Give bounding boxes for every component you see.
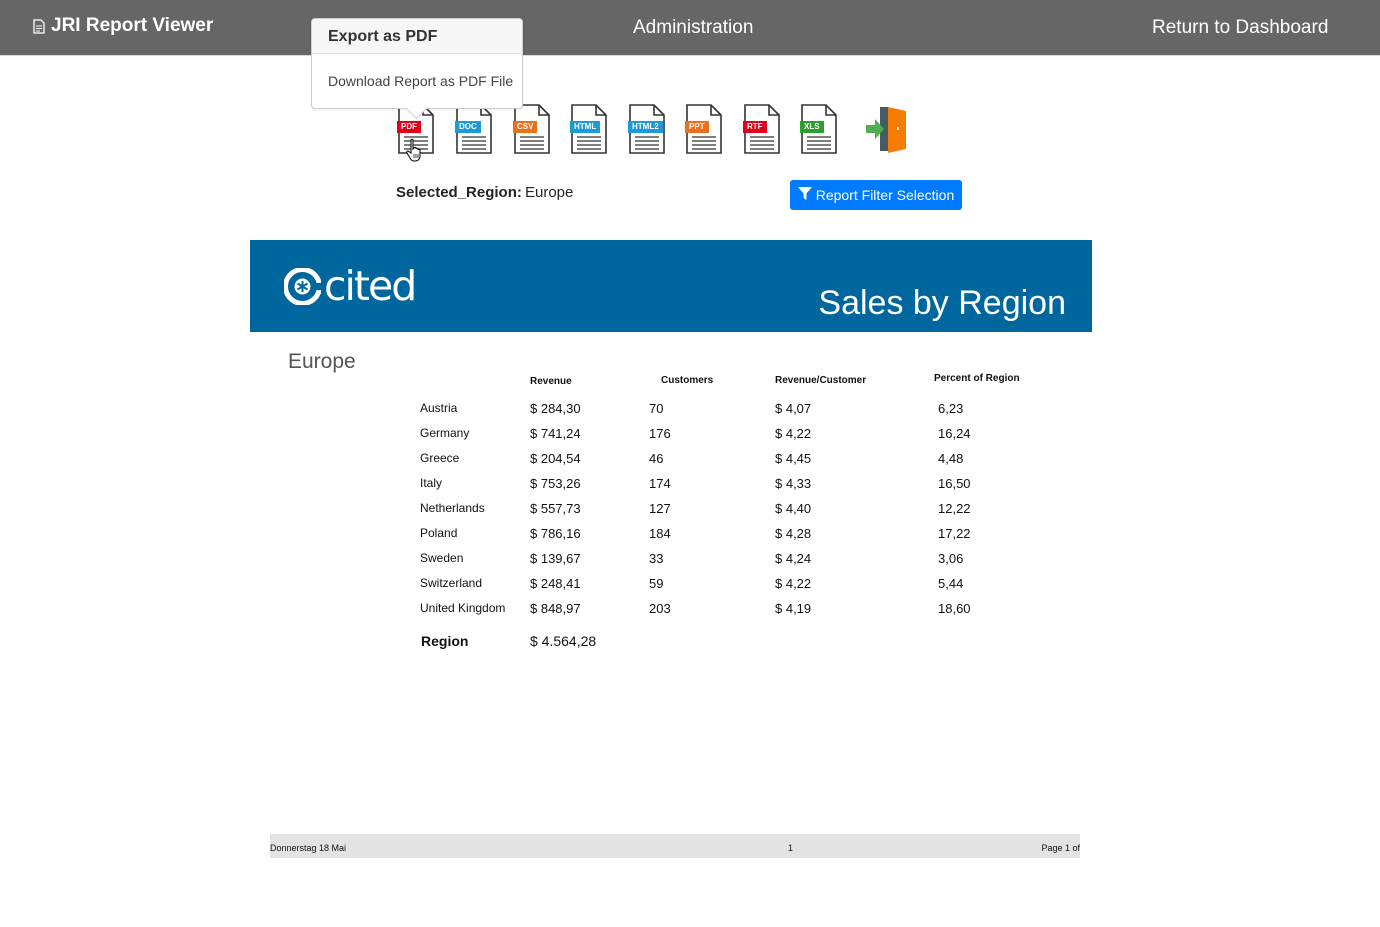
brand-link[interactable]: JRI Report Viewer: [33, 15, 213, 37]
popover-body: Download Report as PDF File: [328, 73, 514, 89]
cell-revenue-per-customer: $ 4,28: [775, 526, 812, 541]
cell-revenue-per-customer: $ 4,33: [775, 476, 812, 491]
cell-revenue: $ 753,26: [530, 476, 581, 491]
cell-percent: 17,22: [938, 526, 971, 541]
xls-file-icon: XLS: [800, 121, 824, 133]
export-csv-button[interactable]: CSV: [512, 104, 552, 154]
cell-percent: 4,48: [938, 451, 964, 466]
export-html2-button[interactable]: HTML2: [627, 104, 667, 154]
region-heading: Europe: [288, 350, 356, 373]
cell-percent: 18,60: [938, 601, 971, 616]
cell-revenue: $ 284,30: [530, 401, 581, 416]
cell-country: United Kingdom: [420, 601, 506, 615]
ppt-file-icon: PPT: [685, 121, 709, 133]
cell-country: Italy: [420, 476, 443, 490]
logo-text: cited: [324, 262, 417, 310]
column-header-percent-of-region: Percent of Region: [934, 373, 1020, 384]
brand-title: JRI Report Viewer: [51, 15, 214, 36]
cell-percent: 16,24: [938, 426, 971, 441]
cell-customers: 127: [649, 501, 671, 516]
cell-customers: 174: [649, 476, 671, 491]
footer-page-number: 1: [788, 843, 794, 853]
doc-file-icon: DOC: [455, 121, 481, 133]
export-xls-button[interactable]: XLS: [799, 104, 839, 154]
cell-revenue: $ 557,73: [530, 501, 581, 516]
cell-revenue: $ 741,24: [530, 426, 581, 441]
cell-country: Austria: [420, 401, 458, 415]
region-total-value: $ 4.564,28: [530, 633, 597, 649]
export-html-button[interactable]: HTML: [569, 104, 609, 154]
cell-revenue: $ 248,41: [530, 576, 581, 591]
column-header-revenue: Revenue: [530, 376, 572, 387]
document-icon: [33, 18, 45, 34]
report-footer: Donnerstag 18 Mai 1 Page 1 of: [270, 834, 1080, 858]
cell-revenue-per-customer: $ 4,45: [775, 451, 812, 466]
cell-percent: 5,44: [938, 576, 964, 591]
cell-percent: 16,50: [938, 476, 971, 491]
cell-country: Germany: [420, 426, 470, 440]
selected-region-value: Europe: [525, 184, 574, 201]
nav-return-to-dashboard[interactable]: Return to Dashboard: [1152, 17, 1328, 39]
cited-logo-icon: [284, 267, 321, 305]
cell-revenue: $ 139,67: [530, 551, 581, 566]
region-total-label: Region: [421, 633, 469, 649]
cell-customers: 33: [649, 551, 664, 566]
nav-administration[interactable]: Administration: [633, 17, 753, 39]
export-rtf-button[interactable]: RTF: [742, 104, 782, 154]
cell-percent: 3,06: [938, 551, 964, 566]
html-file-icon: HTML: [570, 121, 601, 133]
cell-customers: 70: [649, 401, 664, 416]
cell-revenue-per-customer: $ 4,22: [775, 426, 812, 441]
hand-pointer-cursor-icon: [406, 138, 424, 167]
report-title: Sales by Region: [818, 284, 1066, 322]
csv-file-icon: CSV: [513, 121, 538, 133]
cell-revenue: $ 848,97: [530, 601, 581, 616]
cell-revenue-per-customer: $ 4,07: [775, 401, 812, 416]
filter-icon: [797, 187, 812, 203]
export-pdf-popover: Export as PDF Download Report as PDF Fil…: [311, 18, 523, 120]
footer-date: Donnerstag 18 Mai: [270, 843, 347, 853]
report-header-banner: cited Sales by Region: [250, 240, 1092, 332]
exit-door-icon[interactable]: [866, 105, 906, 153]
column-header-customers: Customers: [661, 375, 714, 386]
report-filter-selection-button[interactable]: Report Filter Selection: [790, 180, 962, 210]
html2-file-icon: HTML2: [628, 121, 663, 133]
footer-page-of: Page 1 of: [1041, 843, 1080, 853]
cell-country: Switzerland: [420, 576, 483, 590]
cell-revenue: $ 786,16: [530, 526, 581, 541]
cell-country: Greece: [420, 451, 460, 465]
export-ppt-button[interactable]: PPT: [684, 104, 724, 154]
cited-logo: cited: [284, 262, 417, 310]
cell-country: Sweden: [420, 551, 464, 565]
top-navbar: JRI Report Viewer Administration Return …: [0, 0, 1380, 56]
column-header-revenue-per-customer: Revenue/Customer: [775, 375, 867, 386]
cell-revenue-per-customer: $ 4,19: [775, 601, 812, 616]
cell-customers: 203: [649, 601, 671, 616]
cell-percent: 6,23: [938, 401, 964, 416]
cell-customers: 59: [649, 576, 664, 591]
popover-title: Export as PDF: [312, 19, 522, 54]
pdf-file-icon: PDF: [397, 121, 421, 133]
cell-revenue-per-customer: $ 4,24: [775, 551, 812, 566]
cell-customers: 184: [649, 526, 671, 541]
selected-region-label: Selected_Region:: [396, 184, 522, 201]
rtf-file-icon: RTF: [743, 121, 767, 133]
export-doc-button[interactable]: DOC: [454, 104, 494, 154]
cell-revenue-per-customer: $ 4,22: [775, 576, 812, 591]
cell-customers: 176: [649, 426, 671, 441]
cell-revenue-per-customer: $ 4,40: [775, 501, 812, 516]
cell-country: Netherlands: [420, 501, 485, 515]
cell-revenue: $ 204,54: [530, 451, 581, 466]
cell-percent: 12,22: [938, 501, 971, 516]
filter-button-label: Report Filter Selection: [815, 187, 955, 203]
cell-customers: 46: [649, 451, 664, 466]
cell-country: Poland: [420, 526, 458, 540]
